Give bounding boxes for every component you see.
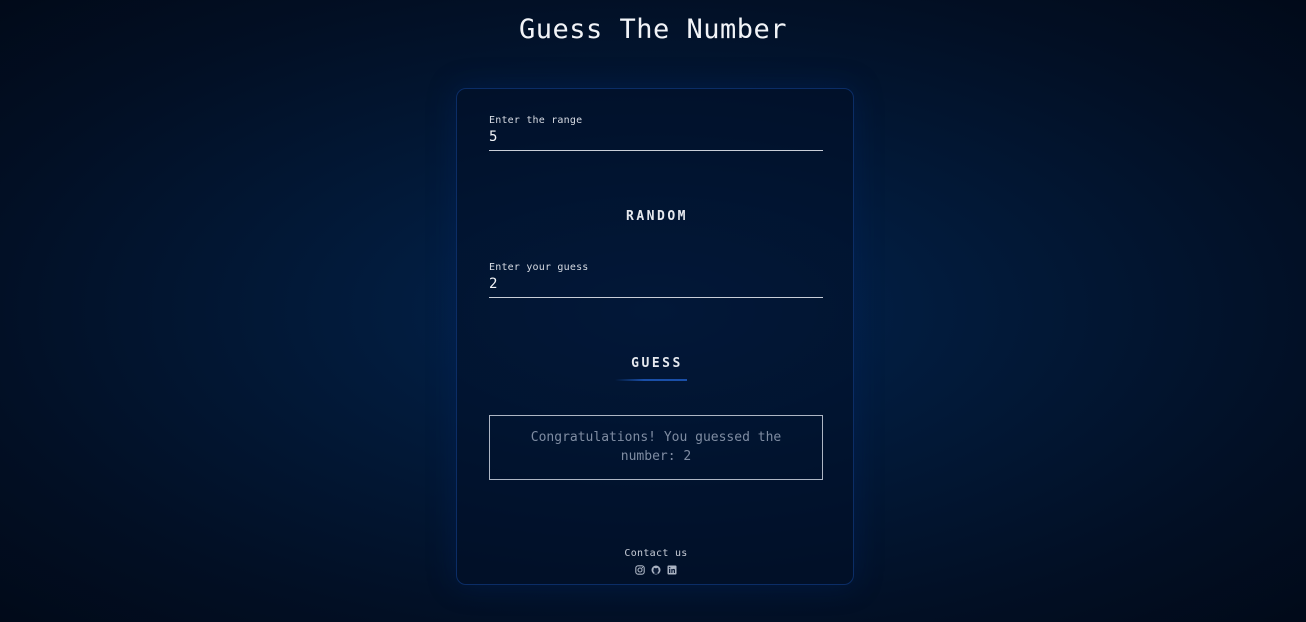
instagram-icon[interactable]: [635, 565, 645, 575]
guess-label: Enter your guess: [489, 262, 589, 273]
social-links: [457, 565, 855, 575]
game-card: Enter the range RANDOM Enter your guess …: [456, 88, 854, 585]
github-icon[interactable]: [651, 565, 661, 575]
range-field: Enter the range: [489, 115, 823, 151]
result-message: Congratulations! You guessed the number:…: [489, 415, 823, 480]
guess-button-label: GUESS: [631, 356, 683, 371]
range-input[interactable]: [489, 129, 823, 151]
guess-input[interactable]: [489, 276, 823, 298]
contact-label: Contact us: [624, 548, 688, 559]
guess-button-underline: [615, 379, 687, 381]
linkedin-icon[interactable]: [667, 565, 677, 575]
page-title: Guess The Number: [518, 14, 788, 45]
guess-button[interactable]: GUESS: [457, 352, 855, 377]
range-label: Enter the range: [489, 115, 583, 126]
random-button-label: RANDOM: [626, 209, 688, 224]
random-button[interactable]: RANDOM: [457, 205, 855, 230]
guess-field: Enter your guess: [489, 262, 823, 298]
